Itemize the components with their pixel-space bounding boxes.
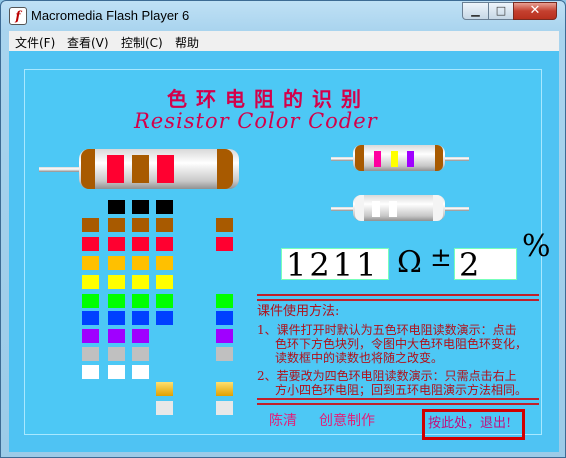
col1-white[interactable] (82, 365, 99, 379)
divider-top-2 (257, 299, 539, 301)
instruction-1-line-3: 读数框中的读数也将随之改变。 (275, 351, 444, 365)
col3-black[interactable] (132, 200, 149, 214)
close-button[interactable]: ✕ (513, 2, 557, 20)
title-chinese: 色环电阻的识别 (167, 87, 370, 111)
col4-green[interactable] (156, 294, 173, 308)
col5-green[interactable] (216, 294, 233, 308)
percent-symbol: % (522, 229, 551, 264)
col3-gray[interactable] (132, 347, 149, 361)
col2-red[interactable] (108, 237, 125, 251)
col1-blue[interactable] (82, 311, 99, 325)
menu-view[interactable]: 查看(V) (67, 34, 109, 51)
col3-brown[interactable] (132, 218, 149, 232)
menu-file[interactable]: 文件(F) (15, 34, 55, 51)
grey-band-3 (389, 201, 397, 217)
flash-stage: 色环电阻的识别 Resistor Color Coder 1211 Ω ± 2 … (9, 51, 559, 452)
instruction-1-line-1: 1、课件打开时默认为五色环电阻读数演示：点击 (257, 323, 517, 337)
small-band-3 (391, 151, 398, 167)
small-band-1 (355, 145, 364, 171)
col5-red[interactable] (216, 237, 233, 251)
col4-brown[interactable] (156, 218, 173, 232)
col2-orange[interactable] (108, 256, 125, 270)
flash-player-window: f Macromedia Flash Player 6 ▁ □ ✕ 文件(F) … (0, 0, 566, 458)
col2-violet[interactable] (108, 329, 125, 343)
tolerance-value-field: 2 (454, 248, 517, 281)
col2-black[interactable] (108, 200, 125, 214)
small-band-5 (435, 145, 443, 171)
window-title: Macromedia Flash Player 6 (31, 8, 190, 23)
menu-help[interactable]: 帮助 (175, 34, 199, 51)
col1-yellow[interactable] (82, 275, 99, 289)
col5-silver[interactable] (216, 401, 233, 415)
band-3 (132, 155, 149, 183)
col3-green[interactable] (132, 294, 149, 308)
instructions-heading: 课件使用方法: (257, 304, 340, 319)
col1-gray[interactable] (82, 347, 99, 361)
divider-bottom-1 (257, 398, 539, 400)
col1-violet[interactable] (82, 329, 99, 343)
small-band-4 (407, 151, 414, 167)
col1-green[interactable] (82, 294, 99, 308)
col4-gold[interactable] (156, 382, 173, 396)
col3-yellow[interactable] (132, 275, 149, 289)
col4-silver[interactable] (156, 401, 173, 415)
col5-violet[interactable] (216, 329, 233, 343)
grey-band-4 (433, 195, 443, 221)
small-band-2 (374, 151, 381, 167)
col5-gold[interactable] (216, 382, 233, 396)
col2-blue[interactable] (108, 311, 125, 325)
title-english: Resistor Color Coder (134, 109, 378, 133)
flash-app-icon: f (9, 7, 27, 25)
title-bar[interactable]: f Macromedia Flash Player 6 ▁ □ ✕ (1, 1, 565, 31)
col1-orange[interactable] (82, 256, 99, 270)
grey-band-1 (355, 195, 364, 221)
menu-control[interactable]: 控制(C) (121, 34, 163, 51)
small-resistor-body (353, 145, 445, 171)
band-5 (217, 149, 233, 189)
plus-minus-symbol: ± (430, 243, 452, 273)
instruction-1-line-2: 色环下方色块列，令图中大色环电阻色环变化， (275, 337, 528, 351)
col3-orange[interactable] (132, 256, 149, 270)
grey-resistor-body (353, 195, 445, 221)
instruction-2-line-1: 2、若要改为四色环电阻读数演示：只需点击右上 (257, 369, 517, 383)
col1-red[interactable] (82, 237, 99, 251)
minimize-button[interactable]: ▁ (462, 2, 489, 20)
col4-orange[interactable] (156, 256, 173, 270)
col4-blue[interactable] (156, 311, 173, 325)
col3-blue[interactable] (132, 311, 149, 325)
band-1 (81, 149, 95, 189)
col4-yellow[interactable] (156, 275, 173, 289)
resistance-value-field: 1211 (281, 248, 389, 281)
col2-brown[interactable] (108, 218, 125, 232)
instruction-2-line-2: 方小四色环电阻；回到五环电阻演示方法相同。 (275, 383, 528, 397)
credit-text: 创意制作 (319, 413, 375, 429)
ohm-symbol: Ω (397, 245, 422, 280)
col3-red[interactable] (132, 237, 149, 251)
band-2 (107, 155, 124, 183)
col2-gray[interactable] (108, 347, 125, 361)
col2-green[interactable] (108, 294, 125, 308)
divider-top-1 (257, 294, 539, 296)
col4-black[interactable] (156, 200, 173, 214)
exit-button-label[interactable]: 按此处，退出! (428, 412, 511, 431)
col5-blue[interactable] (216, 311, 233, 325)
grey-band-2 (372, 201, 380, 217)
col3-white[interactable] (132, 365, 149, 379)
col3-violet[interactable] (132, 329, 149, 343)
col2-yellow[interactable] (108, 275, 125, 289)
menu-bar: 文件(F) 查看(V) 控制(C) 帮助 (9, 31, 559, 51)
maximize-button[interactable]: □ (488, 2, 514, 20)
col2-white[interactable] (108, 365, 125, 379)
col5-gray[interactable] (216, 347, 233, 361)
col4-red[interactable] (156, 237, 173, 251)
band-4 (157, 155, 174, 183)
col5-brown[interactable] (216, 218, 233, 232)
col1-brown[interactable] (82, 218, 99, 232)
divider-bottom-2 (257, 403, 539, 405)
author-name: 陈清 (269, 413, 297, 429)
